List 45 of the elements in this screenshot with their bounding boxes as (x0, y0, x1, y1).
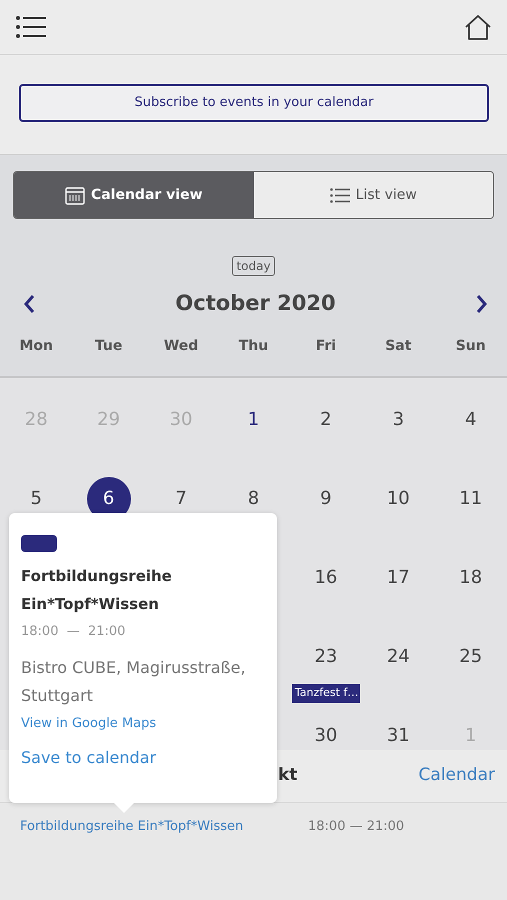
day-number[interactable]: 24 (386, 646, 410, 668)
day-number[interactable]: 9 (320, 488, 332, 510)
event-time: 18:00 — 21:00 (308, 818, 404, 836)
day-number[interactable]: 4 (465, 409, 476, 431)
maps-link[interactable]: View in Google Maps (21, 714, 156, 733)
subscribe-button[interactable]: Subscribe to events in your calendar (19, 84, 489, 122)
weekday-label: Sun (454, 336, 487, 356)
home-icon[interactable] (465, 14, 491, 40)
day-number[interactable]: 8 (248, 488, 260, 510)
day-number[interactable]: 3 (392, 409, 404, 431)
day-number[interactable]: 30 (314, 725, 338, 747)
view-tab[interactable]: Calendar view (14, 172, 254, 218)
weekday-label: Fri (314, 336, 338, 356)
calendar-link[interactable]: Calendar (418, 763, 495, 789)
event-title: Fortbildungsreihe Ein*Topf*Wissen (21, 566, 173, 615)
day-number[interactable]: 23 (314, 646, 338, 668)
day-number[interactable]: 7 (175, 488, 187, 510)
weekday-label: Thu (238, 336, 270, 356)
weekday-label: Mon (18, 336, 54, 356)
day-number[interactable]: 17 (386, 567, 410, 589)
weekday-label: Tue (94, 336, 124, 356)
column-header: kt (278, 764, 298, 788)
view-tab[interactable]: List view (254, 172, 493, 218)
chevron-right-icon (476, 294, 488, 314)
day-number[interactable]: 18 (459, 567, 482, 589)
event-chip[interactable]: Tanzfest f… (292, 684, 360, 702)
event-location: Bistro CUBE, Magirusstraße, Stuttgart (21, 656, 247, 706)
weekday-label: Wed (162, 336, 200, 356)
day-number[interactable]: 2 (320, 409, 332, 431)
day-number[interactable]: 31 (386, 725, 410, 747)
menu-icon[interactable] (16, 16, 46, 38)
today-button[interactable]: today (232, 256, 275, 276)
day-number[interactable]: 25 (459, 646, 482, 668)
list-icon (330, 188, 350, 202)
day-number[interactable]: 16 (314, 567, 338, 589)
save-to-calendar-link[interactable]: Save to calendar (21, 746, 156, 770)
day-number[interactable]: 1 (248, 409, 260, 431)
day-number[interactable]: 5 (30, 488, 42, 510)
weekday-label: Sat (384, 336, 412, 356)
day-number[interactable]: 10 (386, 488, 410, 510)
chevron-left-icon (23, 294, 35, 314)
event-time: 18:00 — 21:00 (21, 623, 126, 641)
day-number[interactable]: 11 (459, 488, 482, 510)
calendar-icon (64, 186, 85, 204)
month-title: October 2020 (175, 290, 336, 317)
